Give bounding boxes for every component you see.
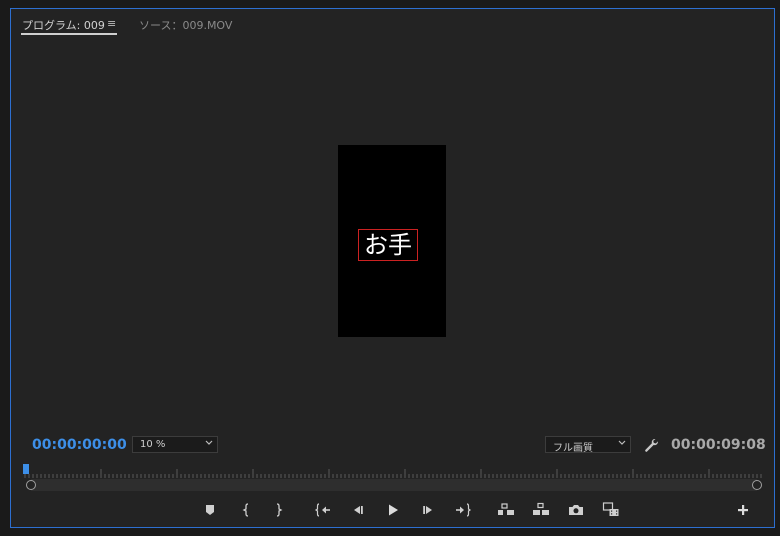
mark-in-icon <box>242 503 249 517</box>
zoom-scroll-handle-right[interactable] <box>752 480 762 490</box>
add-icon <box>738 505 748 515</box>
caption-bounding-box[interactable]: お手 <box>358 229 418 261</box>
step-forward-button[interactable] <box>419 501 437 519</box>
play-button[interactable] <box>384 501 402 519</box>
lift-icon <box>498 503 514 515</box>
chevron-down-icon <box>618 438 626 446</box>
lift-button[interactable] <box>497 501 515 519</box>
step-forward-icon <box>423 506 432 514</box>
active-tab-underline <box>21 33 117 35</box>
video-frame[interactable]: お手 <box>338 145 446 337</box>
camera-icon <box>569 505 583 515</box>
tab-source[interactable]: ソース：009.MOV <box>139 17 232 33</box>
extract-icon <box>533 502 549 515</box>
current-timecode[interactable]: 00:00:00:00 <box>32 437 127 453</box>
mark-out-icon <box>276 503 283 517</box>
add-button[interactable] <box>735 502 751 518</box>
time-ruler[interactable] <box>23 467 765 479</box>
mark-out-button[interactable] <box>269 501 287 519</box>
go-to-out-icon <box>456 503 472 517</box>
zoom-level-select[interactable]: 10 % <box>132 436 218 453</box>
playback-quality-select[interactable]: フル画質 <box>545 436 631 454</box>
mark-in-button[interactable] <box>238 501 256 519</box>
caption-text: お手 <box>364 231 412 259</box>
zoom-scroll-bar[interactable] <box>31 479 757 491</box>
step-back-icon <box>354 506 363 514</box>
export-frame-button[interactable] <box>567 501 585 519</box>
play-icon <box>389 504 398 516</box>
program-monitor-panel: プログラム: 009 ≡ ソース：009.MOV お手 00:00:00:00 … <box>10 8 775 528</box>
zoom-level-value: 10 % <box>140 439 166 450</box>
tab-program[interactable]: プログラム: 009 <box>22 17 105 33</box>
playback-quality-value: フル画質 <box>553 443 593 454</box>
menu-icon[interactable]: ≡ <box>107 17 116 30</box>
wrench-icon[interactable] <box>643 437 659 453</box>
zoom-scroll-handle-left[interactable] <box>26 480 36 490</box>
panel-tabs: プログラム: 009 ≡ ソース：009.MOV <box>11 9 774 37</box>
duration-timecode: 00:00:09:08 <box>671 437 766 453</box>
go-to-in-button[interactable] <box>314 501 332 519</box>
playhead[interactable] <box>23 464 29 474</box>
go-to-out-button[interactable] <box>454 501 472 519</box>
comparison-view-button[interactable] <box>602 501 620 519</box>
marker-icon <box>206 505 214 515</box>
go-to-in-icon <box>314 503 330 517</box>
step-back-button[interactable] <box>349 501 367 519</box>
extract-button[interactable] <box>532 501 550 519</box>
chevron-down-icon <box>205 438 213 446</box>
compare-view-icon <box>602 502 619 516</box>
add-marker-button[interactable] <box>201 501 219 519</box>
